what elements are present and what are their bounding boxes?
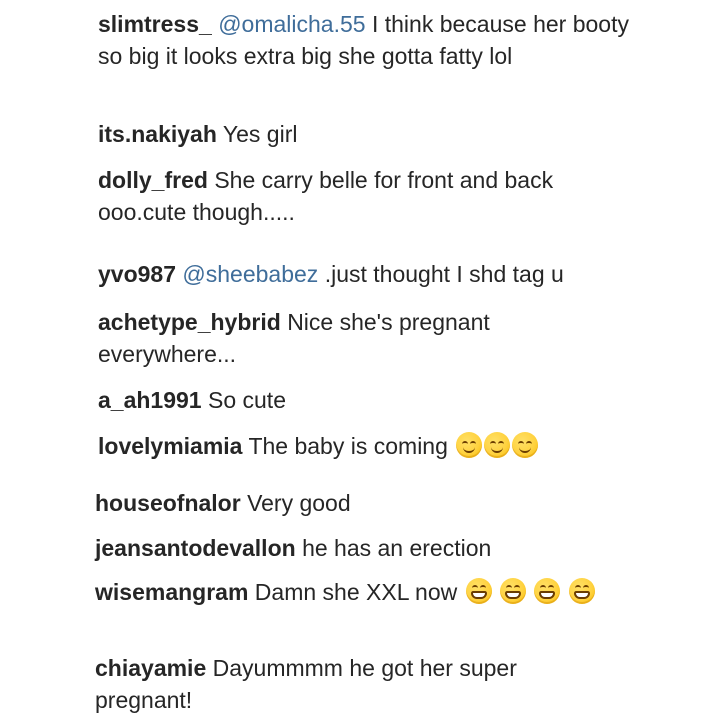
comment-username[interactable]: its.nakiyah [98, 121, 217, 147]
grinning-face-icon [534, 578, 561, 604]
comment-text: .just thought I shd tag u [324, 261, 564, 287]
grinning-face-icon [500, 578, 526, 604]
comment-username[interactable]: chiayamie [95, 655, 206, 681]
comment-username[interactable]: a_ah1991 [98, 387, 202, 413]
comment-item: lovelymiamia The baby is coming [98, 430, 698, 462]
comment-text: he has an erection [302, 535, 492, 561]
comment-item: achetype_hybrid Nice she's pregnant ever… [98, 306, 578, 370]
comment-username[interactable]: dolly_fred [98, 167, 208, 193]
comment-item: slimtress_ @omalicha.55 I think because … [98, 8, 658, 72]
comment-text: So cute [207, 387, 286, 413]
comment-text: Damn she XXL now [254, 579, 458, 605]
smiling-face-icon [456, 432, 483, 458]
comment-username[interactable]: lovelymiamia [98, 433, 242, 459]
comment-username[interactable]: yvo987 [98, 261, 176, 287]
comment-username[interactable]: achetype_hybrid [98, 309, 281, 335]
comment-text: Very good [247, 490, 351, 516]
comment-item: wisemangram Damn she XXL now [95, 576, 635, 608]
comment-username[interactable]: jeansantodevallon [95, 535, 296, 561]
comment-item: a_ah1991 So cute [98, 384, 658, 416]
comment-item: chiayamie Dayummmm he got her super preg… [95, 652, 595, 716]
comment-item: its.nakiyah Yes girl [98, 118, 658, 150]
comment-item: jeansantodevallon he has an erection [95, 532, 695, 564]
grinning-face-icon [568, 578, 595, 604]
comment-username[interactable]: houseofnalor [95, 490, 241, 516]
comment-item: yvo987 @sheebabez .just thought I shd ta… [98, 258, 698, 290]
comment-mention[interactable]: @sheebabez [182, 261, 318, 287]
smiling-face-icon [484, 432, 511, 458]
comment-text: The baby is coming [248, 433, 448, 459]
smiling-face-icon [512, 432, 539, 458]
grinning-face-icon [465, 578, 492, 604]
comment-item: dolly_fred She carry belle for front and… [98, 164, 643, 228]
comment-username[interactable]: wisemangram [95, 579, 248, 605]
comment-username[interactable]: slimtress_ [98, 11, 212, 37]
comment-mention[interactable]: @omalicha.55 [218, 11, 365, 37]
comment-text: Yes girl [222, 121, 298, 147]
comment-item: houseofnalor Very good [95, 487, 655, 519]
